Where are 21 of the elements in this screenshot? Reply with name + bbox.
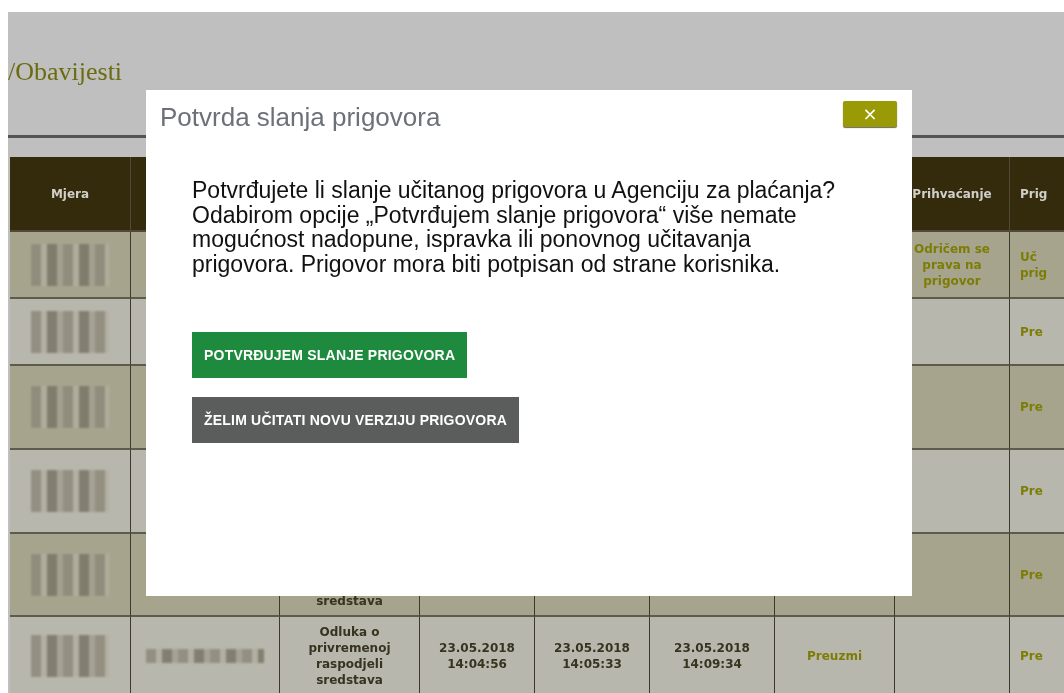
- table-link[interactable]: Pre: [1020, 566, 1043, 583]
- table-link[interactable]: Pre: [1020, 399, 1043, 415]
- table-cell: Odluka o privremenoj raspodjeli sredstava: [280, 617, 420, 693]
- dialog-message: Potvrđujete li slanje učitanog prigovora u Agenciju za plaćanja?: [192, 178, 837, 203]
- table-cell: 23.05.2018 14:05:33: [535, 617, 650, 693]
- upload-new-version-button[interactable]: ŽELIM UČITATI NOVU VERZIJU PRIGOVORA: [192, 397, 520, 443]
- table-cell: 23.05.2018 14:04:56: [420, 617, 535, 693]
- column-header: Mjera: [10, 157, 131, 232]
- table-link[interactable]: Pre: [1020, 323, 1043, 340]
- table-link[interactable]: Odričem se prava na prigovor: [913, 240, 991, 289]
- confirm-button[interactable]: POTVRĐUJEM SLANJE PRIGOVORA: [192, 332, 468, 378]
- table-link[interactable]: Pre: [1020, 483, 1043, 499]
- table-link[interactable]: Uč prig: [1020, 248, 1064, 281]
- table-cell: 23.05.2018 14:09:34: [650, 617, 775, 693]
- page-title: /Obavijesti: [8, 57, 123, 87]
- dialog-title: Potvrda slanja prigovora: [160, 102, 441, 133]
- column-header: Prig: [1010, 157, 1064, 232]
- table-link[interactable]: Preuzmi: [807, 648, 862, 664]
- table-link[interactable]: Pre: [1020, 648, 1043, 664]
- dialog-message: Odabirom opcije „Potvrđujem slanje prigovora“ više nemate mogućnost nadopune, ispravka ili ponovnog učitavanja prigovora. Prigovor mora biti potpisan od strane korisnika.: [192, 202, 797, 276]
- close-button[interactable]: ×: [843, 101, 897, 127]
